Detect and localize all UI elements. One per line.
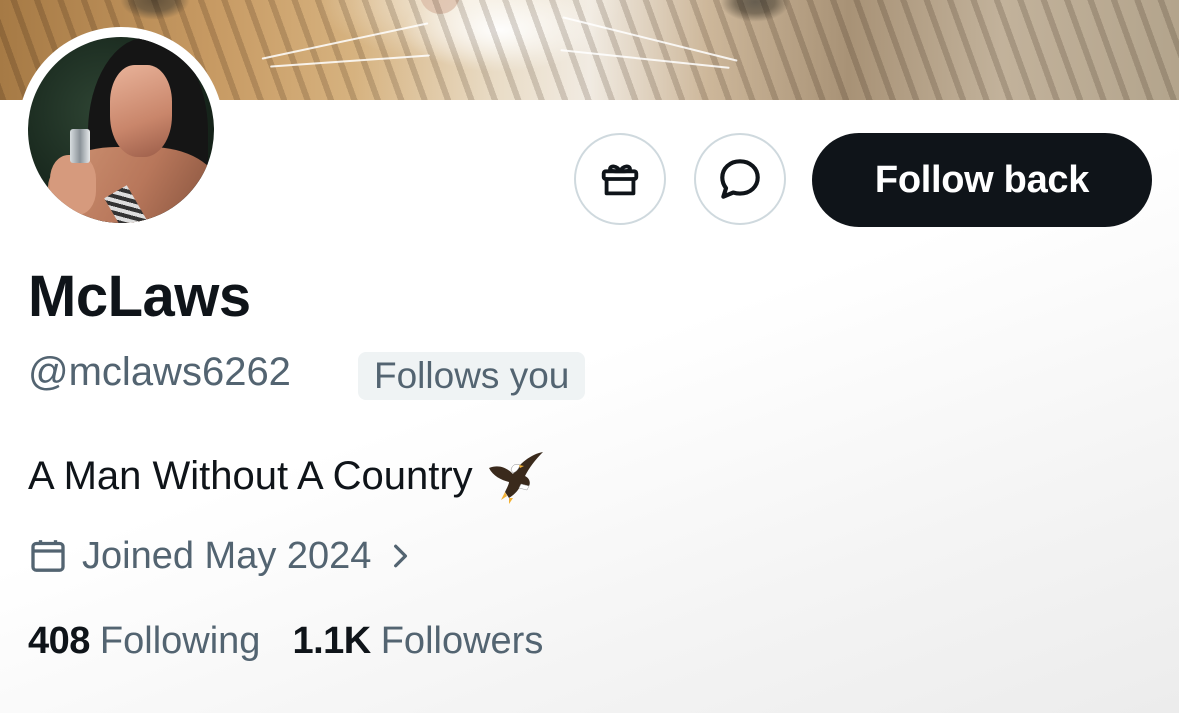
bio-text: A Man Without A Country — [28, 454, 473, 498]
chevron-right-icon — [394, 544, 408, 568]
following-count: 408 — [28, 620, 90, 662]
profile-avatar[interactable] — [18, 27, 224, 233]
avatar-cup — [70, 129, 90, 163]
avatar-hand — [50, 155, 96, 215]
message-button[interactable] — [694, 133, 786, 225]
joined-date[interactable]: Joined May 2024 — [28, 530, 413, 582]
follow-stats: 408 Following 1.1K Followers — [28, 615, 543, 667]
gift-icon — [601, 164, 639, 196]
avatar-face — [110, 65, 172, 157]
eagle-emoji-icon — [488, 452, 543, 504]
joined-text: Joined May 2024 — [82, 535, 372, 577]
follow-back-button[interactable]: Follow back — [812, 133, 1152, 227]
profile-handle: @mclaws6262 — [28, 350, 291, 394]
profile-bio: A Man Without A Country — [28, 448, 545, 504]
followers-label: Followers — [380, 620, 544, 662]
gift-button[interactable] — [574, 133, 666, 225]
follows-you-badge: Follows you — [358, 352, 586, 400]
calendar-icon — [31, 540, 65, 572]
following-link[interactable]: 408 Following — [28, 615, 260, 667]
avatar-photo — [28, 37, 214, 223]
display-name: McLaws — [28, 264, 251, 329]
message-icon — [720, 159, 760, 199]
followers-link[interactable]: 1.1K Followers — [292, 615, 543, 667]
followers-count: 1.1K — [292, 620, 371, 662]
following-label: Following — [99, 620, 261, 662]
